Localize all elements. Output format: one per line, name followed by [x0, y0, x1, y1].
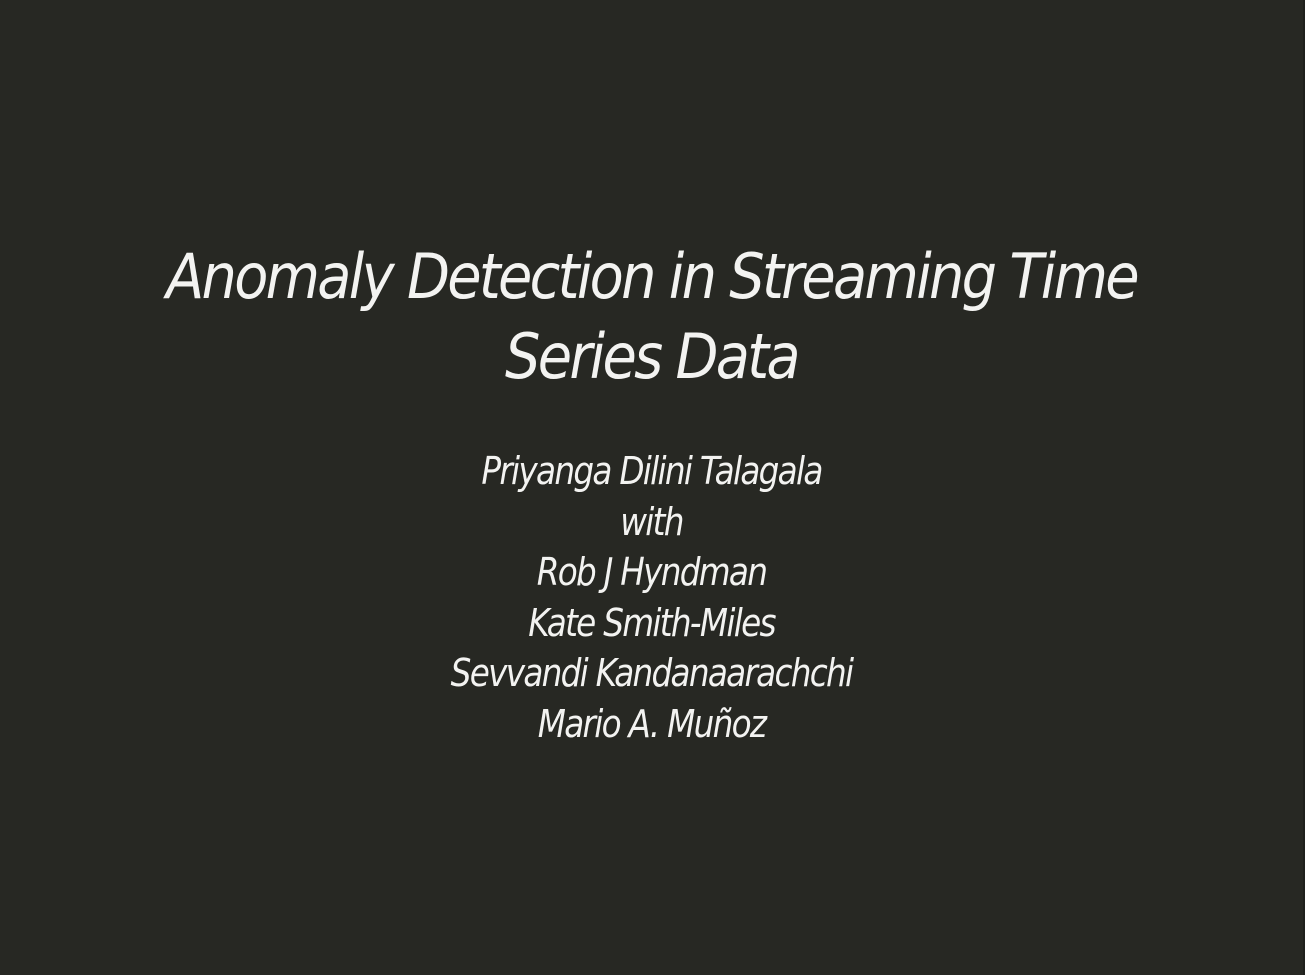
- author-block: Priyanga Dilini Talagala with Rob J Hynd…: [177, 446, 1126, 749]
- coauthor-name: Rob J Hyndman: [536, 550, 768, 594]
- title-slide: Anomaly Detection in Streaming Time Seri…: [0, 0, 1305, 975]
- coauthor-name: Kate Smith-Miles: [528, 600, 776, 645]
- coauthor-name: Sevvandi Kandanaarachchi: [450, 651, 854, 695]
- coauthor-name: Mario A. Muñoz: [537, 701, 767, 746]
- slide-title: Anomaly Detection in Streaming Time Seri…: [166, 240, 1140, 393]
- presenter-name: Priyanga Dilini Talagala: [481, 449, 823, 493]
- with-connector: with: [620, 499, 684, 544]
